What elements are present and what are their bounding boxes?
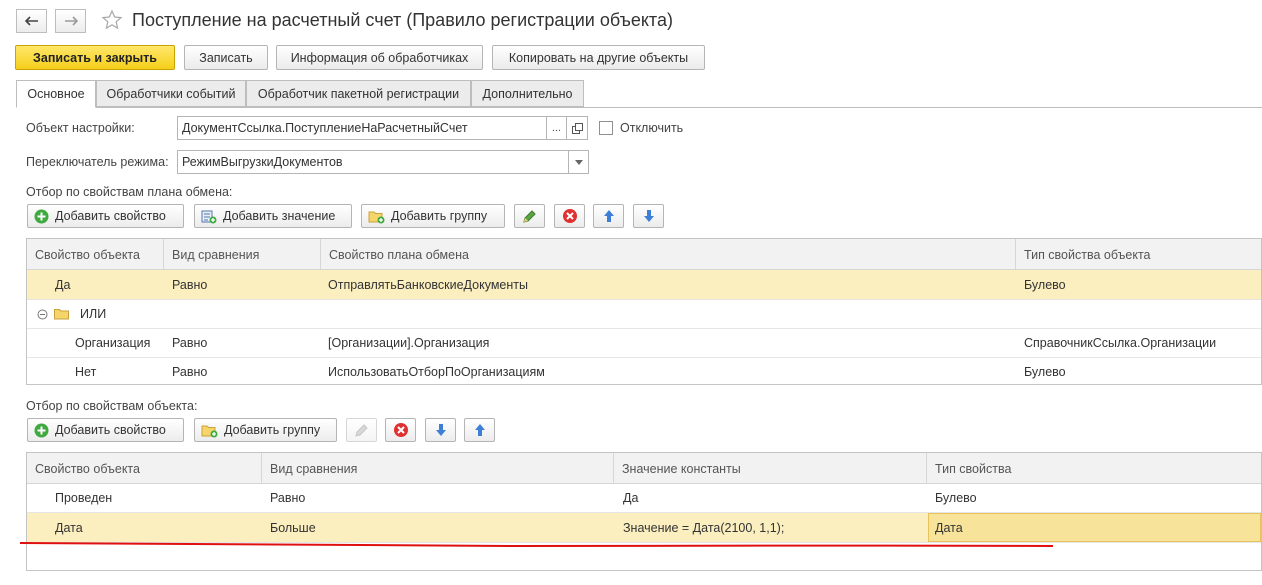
edit-exchange-button[interactable] [514, 204, 545, 228]
disable-checkbox[interactable] [599, 121, 613, 135]
add-folder-icon [201, 423, 218, 438]
object-field[interactable]: ДокументСсылка.ПоступлениеНаРасчетныйСче… [177, 116, 547, 140]
arrow-up-icon [474, 424, 485, 436]
arrow-down-icon [435, 424, 446, 436]
cell-prop: Нет [75, 365, 97, 379]
cell-type: СправочникСсылка.Организации [1024, 336, 1217, 350]
column-header[interactable]: Свойство плана обмена [321, 239, 1016, 270]
table-row[interactable]: Организация Равно [Организации].Организа… [27, 329, 1261, 358]
delete-icon [562, 209, 577, 223]
back-button[interactable] [16, 9, 47, 33]
forward-button[interactable] [55, 9, 86, 33]
object-label: Объект настройки: [26, 121, 135, 135]
save-close-button[interactable]: Записать и закрыть [15, 45, 175, 70]
cell-type: Булево [935, 491, 977, 505]
group-label: ИЛИ [80, 307, 107, 321]
exchange-filter-table: Свойство объекта Вид сравнения Свойство … [26, 238, 1262, 385]
object-filter-label: Отбор по свойствам объекта: [26, 399, 198, 413]
move-up-exchange-button[interactable] [593, 204, 624, 228]
arrow-left-icon [24, 16, 38, 26]
edit-object-button[interactable] [346, 418, 377, 442]
add-value-label: Добавить значение [223, 209, 336, 223]
arrow-up-icon [603, 210, 614, 222]
pencil-icon [355, 423, 368, 437]
arrow-down-icon [643, 210, 654, 222]
cell-cmp: Равно [270, 491, 306, 505]
add-folder-icon [368, 209, 385, 224]
add-value-icon [201, 209, 217, 224]
delete-icon [393, 423, 408, 437]
cell-cmp: Равно [172, 365, 208, 379]
add-green-icon [34, 423, 49, 438]
cell-plan: [Организации].Организация [328, 336, 490, 350]
object-open-button[interactable] [566, 116, 588, 140]
open-window-icon [571, 122, 583, 134]
table-row-group[interactable]: ИЛИ [27, 300, 1261, 329]
move-up-object-button[interactable] [464, 418, 495, 442]
handlers-info-button[interactable]: Информация об обработчиках [276, 45, 483, 70]
collapse-icon[interactable] [37, 300, 48, 328]
disable-label: Отключить [620, 121, 684, 135]
add-exchange-group-button[interactable]: Добавить группу [361, 204, 505, 228]
move-down-object-button[interactable] [425, 418, 456, 442]
cell-cmp: Равно [172, 336, 208, 350]
mode-label: Переключатель режима: [26, 155, 169, 169]
add-exchange-property-button[interactable]: Добавить свойство [27, 204, 184, 228]
add-value-button[interactable]: Добавить значение [194, 204, 352, 228]
copy-other-button[interactable]: Копировать на другие объекты [492, 45, 705, 70]
tab-divider [16, 107, 1262, 108]
cell-value: Да [623, 491, 639, 505]
column-header[interactable]: Тип свойства объекта [1016, 239, 1261, 270]
cell-type: Булево [1024, 277, 1066, 292]
add-object-property-button[interactable]: Добавить свойство [27, 418, 184, 442]
favorite-star-icon[interactable] [101, 9, 123, 34]
tab-additional[interactable]: Дополнительно [471, 80, 584, 107]
column-header[interactable]: Свойство объекта [27, 239, 164, 270]
add-object-group-button[interactable]: Добавить группу [194, 418, 337, 442]
add-property-label: Добавить свойство [55, 209, 166, 223]
table-row[interactable]: Нет Равно ИспользоватьОтборПоОрганизация… [27, 358, 1261, 384]
window-title: Поступление на расчетный счет (Правило р… [132, 10, 673, 30]
save-button[interactable]: Записать [184, 45, 268, 70]
delete-exchange-button[interactable] [554, 204, 585, 228]
column-header[interactable]: Свойство объекта [27, 453, 262, 484]
cell-prop: Да [55, 277, 71, 292]
delete-object-button[interactable] [385, 418, 416, 442]
table-header: Свойство объекта Вид сравнения Свойство … [27, 239, 1261, 270]
cell-prop: Организация [75, 336, 151, 350]
folder-icon [54, 300, 69, 328]
cell-plan: ИспользоватьОтборПоОрганизациям [328, 365, 545, 379]
add-group-label: Добавить группу [224, 423, 321, 437]
column-header[interactable]: Вид сравнения [262, 453, 614, 484]
move-down-exchange-button[interactable] [633, 204, 664, 228]
cell-type: Булево [1024, 365, 1066, 379]
add-property-label: Добавить свойство [55, 423, 166, 437]
object-select-button[interactable]: ... [546, 116, 567, 140]
cell-plan: ОтправлятьБанковскиеДокументы [328, 277, 528, 292]
column-header[interactable]: Значение константы [614, 453, 927, 484]
tab-batch-handler[interactable]: Обработчик пакетной регистрации [246, 80, 471, 107]
pencil-icon [523, 209, 536, 223]
cell-prop: Проведен [55, 491, 113, 505]
table-row[interactable]: Проведен Равно Да Булево [27, 484, 1261, 513]
object-filter-table: Свойство объекта Вид сравнения Значение … [26, 452, 1262, 571]
column-header[interactable]: Вид сравнения [164, 239, 321, 270]
tab-event-handlers[interactable]: Обработчики событий [96, 80, 246, 107]
table-row[interactable]: Да Равно ОтправлятьБанковскиеДокументы Б… [27, 270, 1261, 300]
cell-cmp: Равно [172, 277, 208, 292]
arrow-right-icon [64, 16, 78, 26]
mode-dropdown-button[interactable] [568, 150, 589, 174]
tab-main[interactable]: Основное [16, 80, 96, 108]
mode-select[interactable]: РежимВыгрузкиДокументов [177, 150, 569, 174]
add-green-icon [34, 209, 49, 224]
exchange-filter-label: Отбор по свойствам плана обмена: [26, 185, 233, 199]
table-header: Свойство объекта Вид сравнения Значение … [27, 453, 1261, 484]
column-header[interactable]: Тип свойства [927, 453, 1261, 484]
annotation-underline [19, 542, 1054, 548]
add-group-label: Добавить группу [391, 209, 488, 223]
chevron-down-icon [574, 159, 583, 165]
